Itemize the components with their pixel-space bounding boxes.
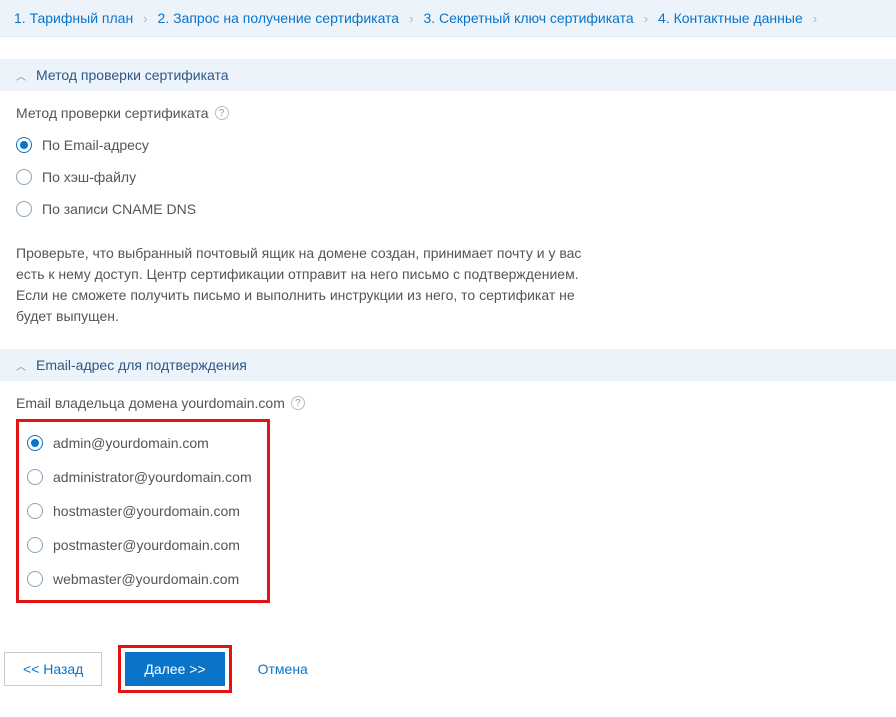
radio-icon <box>27 435 43 451</box>
radio-label: postmaster@yourdomain.com <box>53 537 240 553</box>
section-title: Метод проверки сертификата <box>36 67 229 83</box>
help-icon[interactable]: ? <box>291 396 305 410</box>
breadcrumb-step-3[interactable]: 3. Секретный ключ сертификата <box>423 10 633 26</box>
chevron-right-icon: › <box>143 11 147 26</box>
back-button[interactable]: << Назад <box>4 652 102 686</box>
radio-method-cname[interactable]: По записи CNAME DNS <box>16 193 880 225</box>
radio-label: hostmaster@yourdomain.com <box>53 503 240 519</box>
radio-label: По записи CNAME DNS <box>42 201 196 217</box>
section-header-method[interactable]: ︿ Метод проверки сертификата <box>0 59 896 91</box>
chevron-right-icon: › <box>813 11 817 26</box>
radio-icon <box>16 201 32 217</box>
radio-label: По хэш-файлу <box>42 169 136 185</box>
radio-email-webmaster[interactable]: webmaster@yourdomain.com <box>27 562 259 596</box>
radio-icon <box>16 137 32 153</box>
next-button[interactable]: Далее >> <box>125 652 224 686</box>
radio-label: admin@yourdomain.com <box>53 435 209 451</box>
section-title: Email-адрес для подтверждения <box>36 357 247 373</box>
radio-icon <box>27 469 43 485</box>
radio-method-email[interactable]: По Email-адресу <box>16 129 880 161</box>
radio-icon <box>27 571 43 587</box>
chevron-right-icon: › <box>644 11 648 26</box>
radio-method-hash[interactable]: По хэш-файлу <box>16 161 880 193</box>
chevron-right-icon: › <box>409 11 413 26</box>
radio-email-administrator[interactable]: administrator@yourdomain.com <box>27 460 259 494</box>
radio-email-admin[interactable]: admin@yourdomain.com <box>27 426 259 460</box>
cancel-button[interactable]: Отмена <box>248 653 318 685</box>
radio-label: administrator@yourdomain.com <box>53 469 252 485</box>
field-label-method: Метод проверки сертификата ? <box>16 105 880 121</box>
caret-up-icon: ︿ <box>16 358 26 373</box>
radio-label: По Email-адресу <box>42 137 149 153</box>
button-bar: << Назад Далее >> Отмена <box>0 621 896 697</box>
info-text: Проверьте, что выбранный почтовый ящик н… <box>0 225 620 327</box>
radio-icon <box>27 503 43 519</box>
help-icon[interactable]: ? <box>215 106 229 120</box>
field-label-email: Email владельца домена yourdomain.com ? <box>16 395 880 411</box>
radio-label: webmaster@yourdomain.com <box>53 571 239 587</box>
radio-icon <box>16 169 32 185</box>
radio-email-hostmaster[interactable]: hostmaster@yourdomain.com <box>27 494 259 528</box>
breadcrumb-step-4[interactable]: 4. Контактные данные <box>658 10 803 26</box>
breadcrumb: 1. Тарифный план › 2. Запрос на получени… <box>0 0 896 37</box>
next-button-highlight: Далее >> <box>118 645 231 693</box>
section-header-email[interactable]: ︿ Email-адрес для подтверждения <box>0 349 896 381</box>
breadcrumb-step-1[interactable]: 1. Тарифный план <box>14 10 133 26</box>
radio-icon <box>27 537 43 553</box>
breadcrumb-step-2[interactable]: 2. Запрос на получение сертификата <box>158 10 400 26</box>
radio-email-postmaster[interactable]: postmaster@yourdomain.com <box>27 528 259 562</box>
caret-up-icon: ︿ <box>16 68 26 83</box>
email-list-highlight: admin@yourdomain.com administrator@yourd… <box>16 419 270 603</box>
